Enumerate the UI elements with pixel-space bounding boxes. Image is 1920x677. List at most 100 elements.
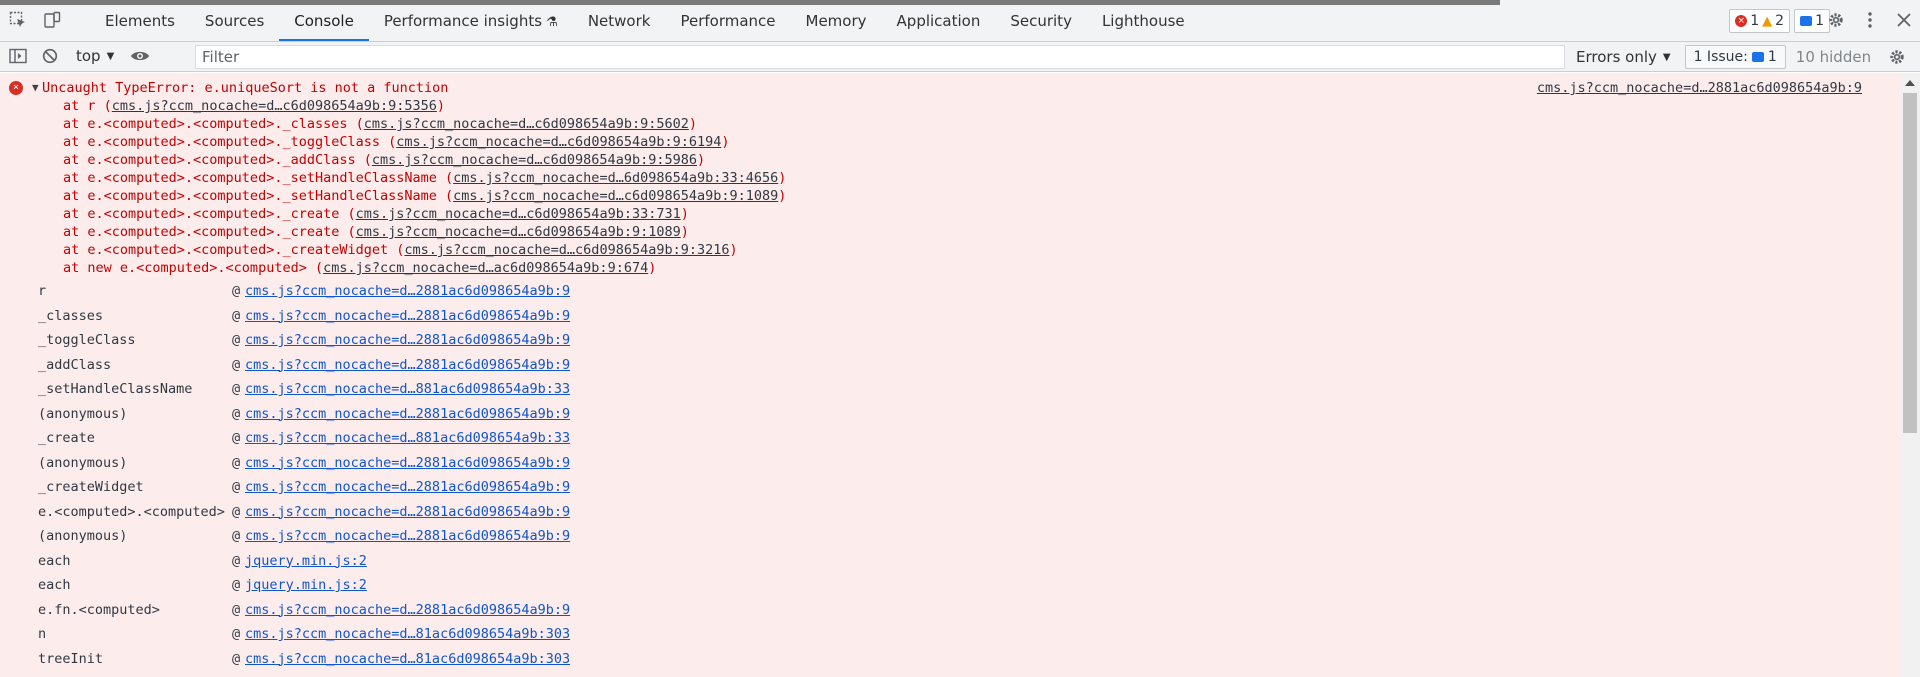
inspect-element-icon[interactable]: [8, 10, 28, 30]
at-symbol: @: [232, 577, 241, 593]
settings-gear-icon[interactable]: [1826, 10, 1846, 30]
stack-frame-location-link[interactable]: cms.js?ccm_nocache=d…c6d098654a9b:9:5602: [364, 116, 689, 132]
filter-input[interactable]: [195, 45, 1565, 69]
call-stack-row: _createWidget @ cms.js?ccm_nocache=d…2881a…: [0, 475, 1900, 500]
call-source-link[interactable]: cms.js?ccm_nocache=d…2881ac6d098654a9b:9: [245, 500, 570, 525]
tab-security[interactable]: Security: [995, 0, 1087, 41]
tab-label: Application: [896, 12, 981, 30]
tab-label: Console: [294, 12, 354, 30]
at-symbol: @: [232, 650, 241, 667]
scrollbar-thumb[interactable]: [1903, 93, 1917, 433]
call-stack-row: _setHandleClassName @ cms.js?ccm_nocache=d…: [0, 377, 1900, 402]
expand-triangle-icon[interactable]: ▼: [32, 79, 39, 97]
stack-frame-location-link[interactable]: cms.js?ccm_nocache=d…c6d098654a9b:9:1089: [453, 188, 778, 204]
tab-network[interactable]: Network: [573, 0, 666, 41]
at-symbol: @: [232, 454, 241, 471]
call-source-link[interactable]: cms.js?ccm_nocache=d…81ac6d098654a9b:303: [245, 671, 570, 677]
call-source-link[interactable]: cms.js?ccm_nocache=d…2881ac6d098654a9b:9: [245, 524, 570, 549]
devtools-tabbar: Elements Sources Console Performance insigh…: [0, 0, 1920, 42]
call-source-link[interactable]: cms.js?ccm_nocache=d…2881ac6d098654a9b:9: [245, 475, 570, 500]
log-levels-dropdown[interactable]: Errors only ▼: [1572, 48, 1675, 66]
tab-label: Network: [587, 12, 651, 30]
stack-frame: at e.<computed>.<computed>._setHandleCla…: [63, 169, 786, 187]
more-options-icon[interactable]: [1860, 10, 1880, 30]
warning-count: 2: [1775, 13, 1785, 29]
error-source-link[interactable]: cms.js?ccm_nocache=d…2881ac6d098654a9b:9: [1537, 79, 1862, 97]
tab-performance[interactable]: Performance: [665, 0, 790, 41]
stack-frame: at r (cms.js?ccm_nocache=d…c6d098654a9b:…: [63, 97, 786, 115]
error-warning-badge[interactable]: × 1 ▲ 2: [1729, 9, 1791, 33]
scroll-up-arrow-icon[interactable]: [1905, 80, 1915, 86]
call-source-link[interactable]: cms.js?ccm_nocache=d…2881ac6d098654a9b:9: [245, 451, 570, 476]
messages-badge[interactable]: 1: [1794, 9, 1830, 33]
tab-label: Memory: [805, 12, 867, 30]
stack-frame-function: at r (: [63, 98, 112, 114]
call-source-link[interactable]: cms.js?ccm_nocache=d…2881ac6d098654a9b:9: [245, 328, 570, 353]
call-source-link[interactable]: jquery.min.js:2: [245, 573, 367, 598]
tab-lighthouse[interactable]: Lighthouse: [1087, 0, 1200, 41]
call-stack-row: (anonymous) @ cms.js?ccm_nocache=d…2881ac6…: [0, 524, 1900, 549]
stack-frame-location-link[interactable]: cms.js?ccm_nocache=d…c6d098654a9b:9:1089: [356, 224, 681, 240]
experiment-flask-icon: ⚗: [542, 15, 558, 30]
close-devtools-icon[interactable]: [1894, 10, 1914, 30]
stack-frame-function: at e.<computed>.<computed>._create (: [63, 206, 356, 222]
call-source-link[interactable]: cms.js?ccm_nocache=d…2881ac6d098654a9b:9: [245, 279, 570, 304]
context-value: top: [76, 47, 101, 65]
issue-message-icon: [1751, 52, 1764, 62]
tab-label: Lighthouse: [1101, 12, 1185, 30]
tab-application[interactable]: Application: [882, 0, 996, 41]
tab-performance-insights[interactable]: Performance insights ⚗: [369, 0, 573, 41]
call-source-link[interactable]: cms.js?ccm_nocache=d…2881ac6d098654a9b:9: [245, 304, 570, 329]
stack-frame-close-paren: ): [648, 260, 657, 276]
tab-sources[interactable]: Sources: [190, 0, 279, 41]
call-function-name: treeInit: [38, 650, 104, 667]
tab-console[interactable]: Console: [279, 0, 369, 41]
call-source-link[interactable]: cms.js?ccm_nocache=d…81ac6d098654a9b:303: [245, 647, 570, 672]
stack-frame: at e.<computed>.<computed>._create (cms.…: [63, 205, 786, 223]
call-source-link[interactable]: cms.js?ccm_nocache=d…2881ac6d098654a9b:9: [245, 402, 570, 427]
stack-frame-function: at e.<computed>.<computed>._setHandleCla…: [63, 170, 454, 186]
stack-frame: at e.<computed>.<computed>._addClass (cm…: [63, 151, 786, 169]
stack-frame-location-link[interactable]: cms.js?ccm_nocache=d…c6d098654a9b:9:6194: [396, 134, 721, 150]
tab-elements[interactable]: Elements: [90, 0, 190, 41]
at-symbol: @: [232, 307, 241, 324]
live-expression-eye-icon[interactable]: [130, 46, 150, 66]
call-function-name: _classes: [38, 307, 104, 324]
stack-frame: at e.<computed>.<computed>._classes (cms…: [63, 115, 786, 133]
call-source-link[interactable]: cms.js?ccm_nocache=d…881ac6d098654a9b:33: [245, 377, 570, 402]
stack-frame-location-link[interactable]: cms.js?ccm_nocache=d…c6d098654a9b:9:5356: [112, 98, 437, 114]
at-symbol: @: [232, 626, 241, 642]
device-toolbar-icon[interactable]: [42, 10, 62, 30]
call-stack-row: _addClass @ cms.js?ccm_nocache=d…2881ac6d0…: [0, 353, 1900, 378]
error-icon: ×: [9, 81, 23, 95]
stack-frame: at e.<computed>.<computed>._create (cms.…: [63, 223, 786, 241]
context-selector[interactable]: top ▼: [72, 47, 118, 65]
console-scrollbar[interactable]: [1900, 73, 1920, 677]
call-function-name: e.fn.<computed>: [38, 601, 160, 618]
stack-frame-function: at e.<computed>.<computed>._addClass (: [63, 152, 372, 168]
stack-frame-location-link[interactable]: cms.js?ccm_nocache=d…c6d098654a9b:9:5986: [372, 152, 697, 168]
call-function-name: (anonymous): [38, 671, 127, 677]
error-message-row[interactable]: × ▼ Uncaught TypeError: e.uniqueSort is …: [0, 79, 1900, 97]
at-symbol: @: [232, 552, 241, 569]
stack-frame-close-paren: ): [778, 188, 787, 204]
call-source-link[interactable]: cms.js?ccm_nocache=d…81ac6d098654a9b:303: [245, 622, 570, 647]
stack-frame-close-paren: ): [680, 224, 689, 240]
stack-frame-function: at e.<computed>.<computed>._classes (: [63, 116, 364, 132]
clear-console-icon[interactable]: [40, 46, 60, 66]
sidebar-toggle-icon[interactable]: [8, 46, 28, 66]
stack-frame-location-link[interactable]: cms.js?ccm_nocache=d…ac6d098654a9b:9:674: [323, 260, 648, 276]
call-source-link[interactable]: cms.js?ccm_nocache=d…2881ac6d098654a9b:9: [245, 353, 570, 378]
issues-button[interactable]: 1 Issue: 1: [1684, 45, 1786, 69]
stack-frame-function: at e.<computed>.<computed>._setHandleCla…: [63, 188, 454, 204]
stack-frame-location-link[interactable]: cms.js?ccm_nocache=d…6d098654a9b:33:4656: [453, 170, 778, 186]
call-source-link[interactable]: jquery.min.js:2: [245, 549, 367, 574]
call-source-link[interactable]: cms.js?ccm_nocache=d…881ac6d098654a9b:33: [245, 426, 570, 451]
call-source-link[interactable]: cms.js?ccm_nocache=d…2881ac6d098654a9b:9: [245, 598, 570, 623]
tab-memory[interactable]: Memory: [791, 0, 882, 41]
console-settings-gear-icon[interactable]: [1887, 47, 1907, 67]
tabbar-right-tools: [1826, 10, 1914, 30]
call-stack-row: treeInit @ cms.js?ccm_nocache=d…81ac6d0986…: [0, 647, 1900, 672]
stack-frame-location-link[interactable]: cms.js?ccm_nocache=d…c6d098654a9b:9:3216: [404, 242, 729, 258]
stack-frame-location-link[interactable]: cms.js?ccm_nocache=d…c6d098654a9b:33:731: [356, 206, 681, 222]
